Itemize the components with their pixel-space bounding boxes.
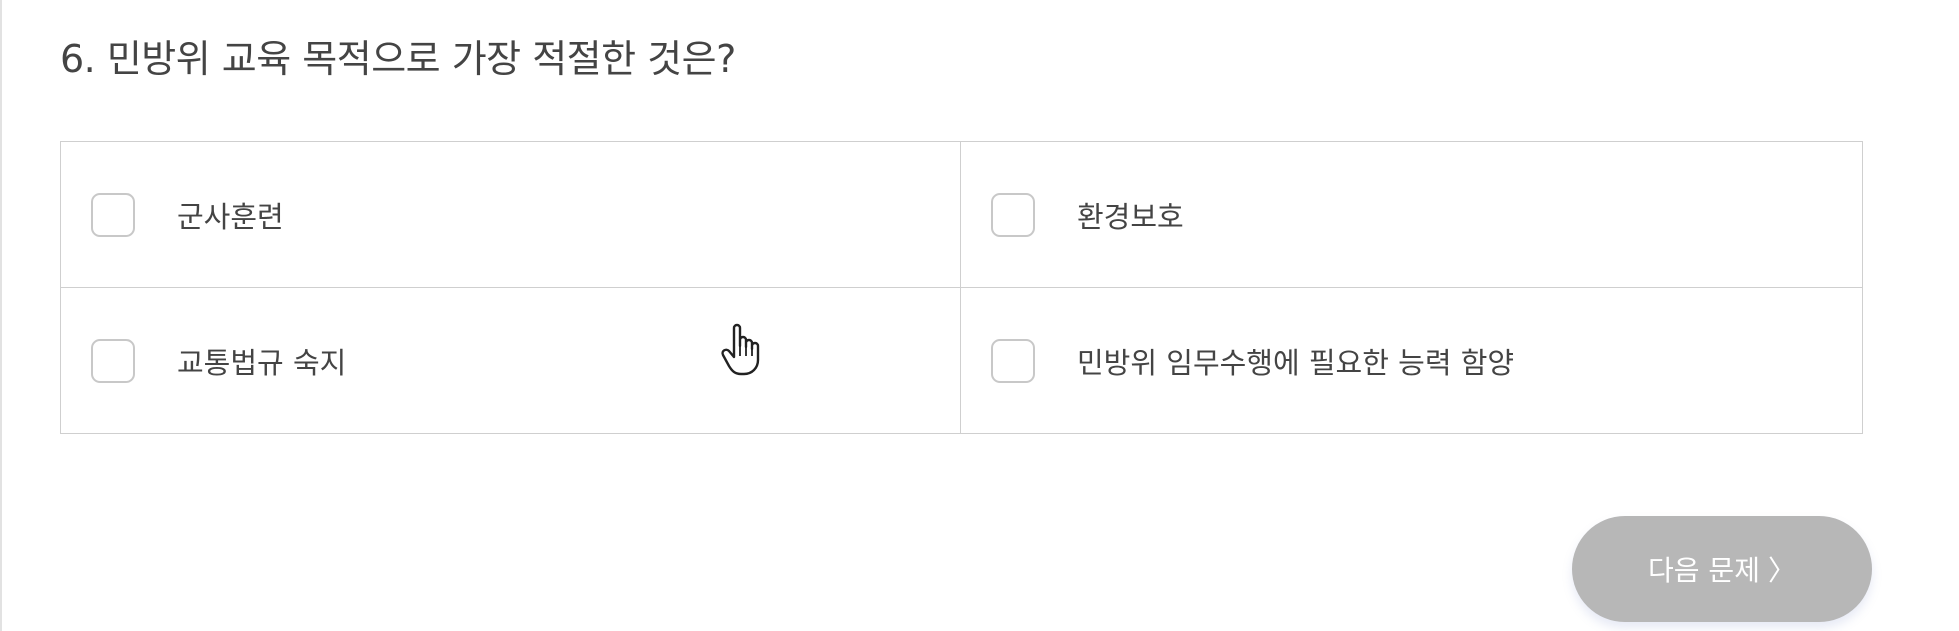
option-2[interactable]: 환경보호 xyxy=(961,142,1862,288)
next-question-button[interactable]: 다음 문제 〉 xyxy=(1572,516,1872,622)
question-title: 6. 민방위 교육 목적으로 가장 적절한 것은? xyxy=(60,37,736,81)
option-3-label: 교통법규 숙지 xyxy=(177,345,347,380)
option-3[interactable]: 교통법규 숙지 xyxy=(61,288,961,433)
option-2-checkbox[interactable] xyxy=(991,192,1035,237)
page-left-border xyxy=(0,0,2,631)
options-grid: 군사훈련 환경보호 교통법규 숙지 민방위 임무수행에 필요한 능력 함양 xyxy=(60,141,1863,434)
next-question-label: 다음 문제 xyxy=(1648,554,1760,587)
quiz-page: 6. 민방위 교육 목적으로 가장 적절한 것은? 군사훈련 환경보호 교통법규… xyxy=(0,0,1959,631)
option-2-label: 환경보호 xyxy=(1077,199,1184,234)
chevron-right-icon: 〉 xyxy=(1767,554,1796,587)
option-4-checkbox[interactable] xyxy=(991,338,1035,383)
option-4-label: 민방위 임무수행에 필요한 능력 함양 xyxy=(1077,345,1515,380)
option-4[interactable]: 민방위 임무수행에 필요한 능력 함양 xyxy=(961,288,1862,433)
option-1-label: 군사훈련 xyxy=(177,199,284,234)
option-3-checkbox[interactable] xyxy=(91,338,135,383)
option-1-checkbox[interactable] xyxy=(91,192,135,237)
option-1[interactable]: 군사훈련 xyxy=(61,142,961,288)
